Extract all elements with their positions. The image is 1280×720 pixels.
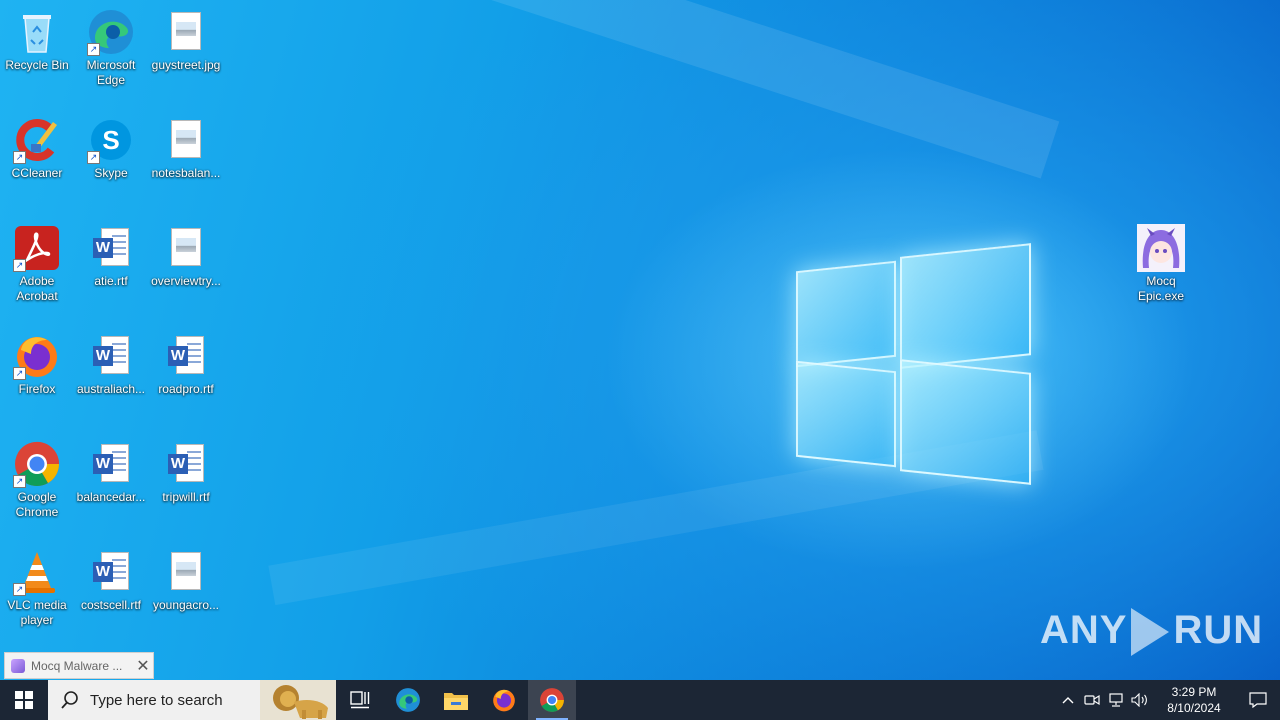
mocq-app-icon [11, 658, 25, 673]
lion-search-highlight-icon [260, 680, 336, 720]
image-file-icon [162, 548, 210, 596]
meet-now-icon[interactable] [1080, 680, 1104, 720]
desktop-icon-roadpro-rtf[interactable]: W roadpro.rtf [149, 332, 223, 397]
desktop-icon-tripwill-rtf[interactable]: W tripwill.rtf [149, 440, 223, 505]
thumbnail-title: Mocq Malware ... [31, 658, 123, 673]
desktop-icon-google-chrome[interactable]: ↗ Google Chrome [0, 440, 74, 520]
task-view-button[interactable] [336, 680, 384, 720]
taskbar-app-firefox[interactable] [480, 680, 528, 720]
acrobat-icon: ↗ [13, 224, 61, 272]
vlc-icon: ↗ [13, 548, 61, 596]
clock-time: 3:29 PM [1171, 685, 1217, 699]
chrome-icon [540, 688, 564, 712]
recycle-bin-icon [13, 8, 61, 56]
system-tray: 3:29 PM 8/10/2024 [1056, 680, 1280, 720]
word-file-icon: W [87, 332, 135, 380]
volume-icon[interactable] [1128, 680, 1152, 720]
show-hidden-icons-chevron-up-icon[interactable] [1056, 680, 1080, 720]
folder-icon [444, 693, 468, 710]
search-icon [61, 691, 78, 709]
firefox-icon: ↗ [13, 332, 61, 380]
windows-start-icon [15, 691, 33, 709]
desktop-icon-overviewtry[interactable]: overviewtry... [149, 224, 223, 289]
edge-icon [396, 688, 420, 712]
image-file-icon [162, 116, 210, 164]
image-file-icon [162, 8, 210, 56]
desktop-icon-vlc[interactable]: ↗ VLC media player [0, 548, 74, 628]
skype-icon: S ↗ [87, 116, 135, 164]
taskbar-app-chrome[interactable] [528, 680, 576, 720]
network-icon[interactable] [1104, 680, 1128, 720]
desktop-icon-guystreet-jpg[interactable]: guystreet.jpg [149, 8, 223, 73]
desktop-icon-firefox[interactable]: ↗ Firefox [0, 332, 74, 397]
desktop-icon-youngacro[interactable]: youngacro... [149, 548, 223, 613]
clock-date: 8/10/2024 [1167, 701, 1221, 715]
taskbar-search-box[interactable]: Type here to search [48, 680, 336, 720]
desktop-icon-australiach[interactable]: W australiach... [74, 332, 148, 397]
desktop-icon-notesbalan[interactable]: notesbalan... [149, 116, 223, 181]
word-file-icon: W [162, 332, 210, 380]
desktop-icon-atie-rtf[interactable]: W atie.rtf [74, 224, 148, 289]
desktop-icon-mocq-epic-exe[interactable]: Mocq Epic.exe [1124, 224, 1198, 304]
word-file-icon: W [87, 224, 135, 272]
mocq-app-icon [1137, 224, 1185, 272]
taskbar-clock[interactable]: 3:29 PM 8/10/2024 [1152, 684, 1236, 716]
taskbar-app-file-explorer[interactable] [432, 680, 480, 720]
desktop-icon-microsoft-edge[interactable]: ↗ Microsoft Edge [74, 8, 148, 88]
windows-logo-wallpaper [796, 242, 1031, 485]
desktop[interactable]: Recycle Bin ↗ CCleaner ↗ Adobe Acrobat ↗… [0, 0, 1280, 680]
chrome-icon: ↗ [13, 440, 61, 488]
task-view-icon [350, 691, 370, 709]
image-file-icon [162, 224, 210, 272]
start-button[interactable] [0, 680, 48, 720]
word-file-icon: W [162, 440, 210, 488]
ccleaner-icon: ↗ [13, 116, 61, 164]
taskbar-app-edge[interactable] [384, 680, 432, 720]
desktop-icon-adobe-acrobat[interactable]: ↗ Adobe Acrobat [0, 224, 74, 304]
action-center-button[interactable] [1236, 680, 1280, 720]
word-file-icon: W [87, 440, 135, 488]
search-placeholder: Type here to search [90, 691, 223, 709]
svg-text:S: S [102, 125, 119, 155]
desktop-icon-ccleaner[interactable]: ↗ CCleaner [0, 116, 74, 181]
edge-icon: ↗ [87, 8, 135, 56]
taskbar-thumbnail-preview[interactable]: Mocq Malware ... ✕ [4, 652, 154, 679]
word-file-icon: W [87, 548, 135, 596]
firefox-icon [493, 689, 515, 712]
notification-icon [1249, 692, 1267, 708]
light-beam [184, 0, 1060, 179]
close-icon[interactable]: ✕ [133, 656, 153, 676]
anyrun-watermark: ANY RUN [1040, 608, 1263, 657]
desktop-icon-recycle-bin[interactable]: Recycle Bin [0, 8, 74, 73]
desktop-icon-balancedar[interactable]: W balancedar... [74, 440, 148, 505]
taskbar: Type here to search 3:29 PM 8/10/2024 [0, 680, 1280, 720]
desktop-icon-costscell-rtf[interactable]: W costscell.rtf [74, 548, 148, 613]
desktop-icon-skype[interactable]: S ↗ Skype [74, 116, 148, 181]
